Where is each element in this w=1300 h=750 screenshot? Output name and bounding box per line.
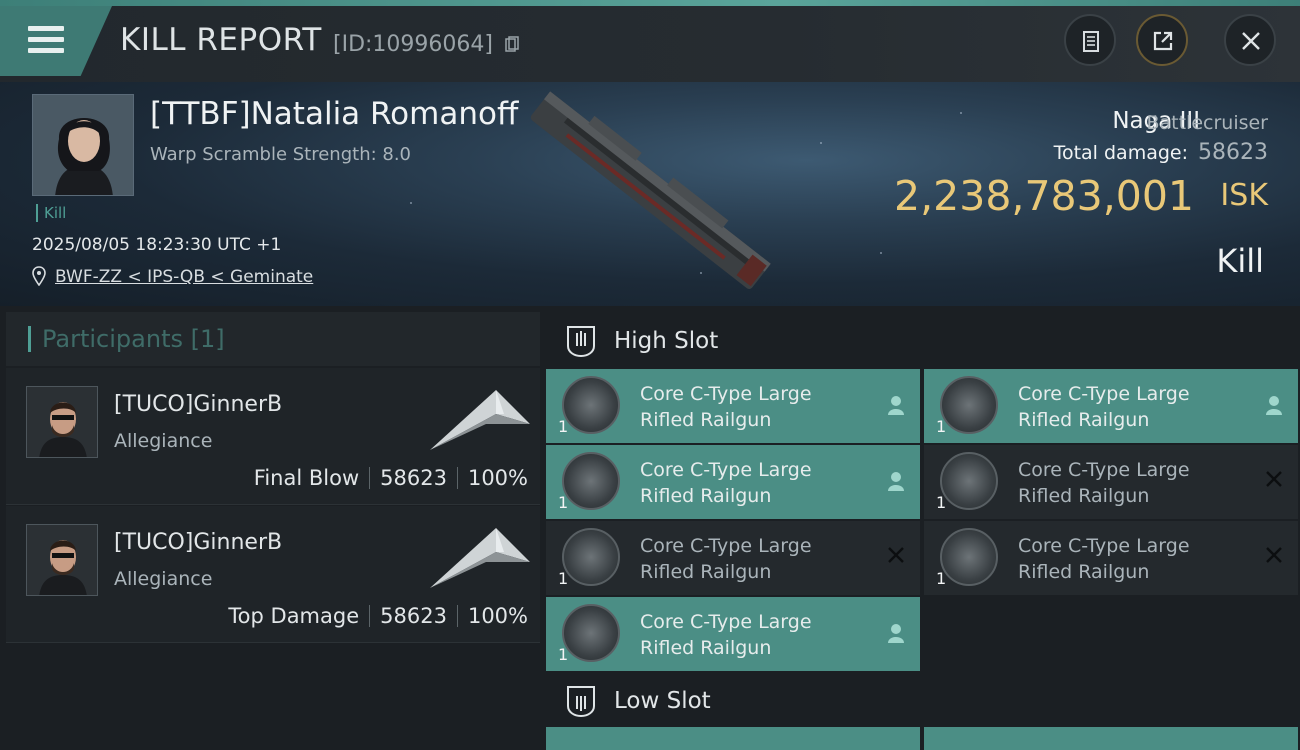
- high-slot-title: High Slot: [614, 328, 719, 354]
- railgun-icon: [562, 376, 620, 434]
- participant-avatar[interactable]: [26, 524, 98, 596]
- victim-avatar[interactable]: [32, 94, 134, 196]
- module-item[interactable]: 1 Core C-Type Large Rifled Railgun: [924, 521, 1298, 595]
- share-icon: [1153, 31, 1173, 51]
- module-name: Core C-Type Large Rifled Railgun: [1018, 383, 1190, 431]
- destroyed-x-icon: [1266, 471, 1282, 487]
- railgun-icon: [562, 604, 620, 662]
- total-damage-value: 58623: [1198, 140, 1268, 165]
- module-quantity: 1: [558, 569, 569, 588]
- pilot-icon: [888, 472, 904, 491]
- pilot-icon: [888, 624, 904, 643]
- module-name: Core C-Type Large Rifled Railgun: [640, 535, 812, 583]
- module-quantity: 1: [936, 569, 947, 588]
- low-slot-title: Low Slot: [614, 688, 711, 714]
- location-link[interactable]: BWF-ZZ < IPS-QB < Geminate: [55, 267, 313, 287]
- warp-scramble-strength: Warp Scramble Strength: 8.0: [150, 144, 412, 165]
- clipboard-icon: [1083, 31, 1099, 52]
- participant-stats: Top Damage 58623 100%: [228, 604, 528, 628]
- module-name: Core C-Type Large Rifled Railgun: [640, 459, 812, 507]
- copy-icon[interactable]: [505, 36, 519, 53]
- participants-title: Participants [1]: [42, 325, 225, 353]
- close-button[interactable]: [1224, 14, 1276, 66]
- module-quantity: 1: [558, 645, 569, 664]
- share-button[interactable]: [1136, 14, 1188, 66]
- result-label: Kill: [1216, 242, 1264, 280]
- module-quantity: 1: [558, 493, 569, 512]
- module-item[interactable]: 1 Core C-Type Large Rifled Railgun: [924, 369, 1298, 443]
- participant-damage: 58623: [380, 466, 447, 490]
- ship-class: Battlecruiser: [1146, 112, 1268, 134]
- slot-icon: [567, 326, 595, 358]
- module-quantity: 1: [936, 493, 947, 512]
- participant-card[interactable]: [TUCO]GinnerB Allegiance Top Damage 5862…: [6, 506, 540, 643]
- participant-stats: Final Blow 58623 100%: [254, 466, 528, 490]
- participant-ship-image: [430, 390, 530, 450]
- destroyed-x-icon: [888, 547, 904, 563]
- participants-header: Participants [1]: [6, 312, 540, 366]
- railgun-icon: [940, 452, 998, 510]
- module-name: Core C-Type Large Rifled Railgun: [640, 611, 812, 659]
- participant-percent: 100%: [467, 466, 528, 490]
- victim-name[interactable]: [TTBF]Natalia Romanoff: [150, 96, 518, 132]
- kill-timestamp: 2025/08/05 18:23:30 UTC +1: [32, 235, 282, 255]
- module-item-partial[interactable]: [546, 727, 920, 750]
- module-quantity: 1: [558, 417, 569, 436]
- menu-icon: [28, 26, 64, 56]
- participant-card[interactable]: [TUCO]GinnerB Allegiance Final Blow 5862…: [6, 368, 540, 505]
- railgun-icon: [562, 452, 620, 510]
- railgun-icon: [940, 528, 998, 586]
- participant-role: Top Damage: [228, 604, 360, 628]
- participant-ship-image: [430, 528, 530, 588]
- participant-percent: 100%: [467, 604, 528, 628]
- location-pin-icon: [32, 266, 46, 286]
- victim-summary: [TTBF]Natalia Romanoff Warp Scramble Str…: [0, 82, 1300, 306]
- close-icon: [1242, 32, 1260, 50]
- low-slot-header: Low Slot: [546, 670, 1300, 730]
- module-item[interactable]: 1 Core C-Type Large Rifled Railgun: [546, 369, 920, 443]
- module-item[interactable]: 1 Core C-Type Large Rifled Railgun: [924, 445, 1298, 519]
- railgun-icon: [940, 376, 998, 434]
- destroyed-x-icon: [1266, 547, 1282, 563]
- high-slot-header: High Slot: [546, 310, 1300, 370]
- page-title: KILL REPORT: [120, 22, 322, 58]
- participant-avatar[interactable]: [26, 386, 98, 458]
- module-name: Core C-Type Large Rifled Railgun: [640, 383, 812, 431]
- participant-corp[interactable]: Allegiance: [114, 430, 212, 452]
- slot-icon: [567, 686, 595, 718]
- pilot-icon: [888, 396, 904, 415]
- participant-damage: 58623: [380, 604, 447, 628]
- isk-unit: ISK: [1220, 178, 1268, 213]
- participant-name[interactable]: [TUCO]GinnerB: [114, 392, 282, 417]
- module-item[interactable]: 1 Core C-Type Large Rifled Railgun: [546, 597, 920, 671]
- clipboard-button[interactable]: [1064, 14, 1116, 66]
- module-name: Core C-Type Large Rifled Railgun: [1018, 535, 1190, 583]
- module-item-partial[interactable]: [924, 727, 1298, 750]
- report-id: [ID:10996064]: [333, 32, 493, 57]
- isk-value: 2,238,783,001: [894, 172, 1194, 220]
- railgun-icon: [562, 528, 620, 586]
- module-item[interactable]: 1 Core C-Type Large Rifled Railgun: [546, 521, 920, 595]
- module-name: Core C-Type Large Rifled Railgun: [1018, 459, 1190, 507]
- participant-name[interactable]: [TUCO]GinnerB: [114, 530, 282, 555]
- participant-corp[interactable]: Allegiance: [114, 568, 212, 590]
- pilot-icon: [1266, 396, 1282, 415]
- kill-tag: Kill: [36, 204, 66, 222]
- ship-image: [530, 91, 771, 289]
- module-quantity: 1: [936, 417, 947, 436]
- participant-role: Final Blow: [253, 466, 360, 490]
- total-damage-label: Total damage:: [1053, 142, 1188, 164]
- module-item[interactable]: 1 Core C-Type Large Rifled Railgun: [546, 445, 920, 519]
